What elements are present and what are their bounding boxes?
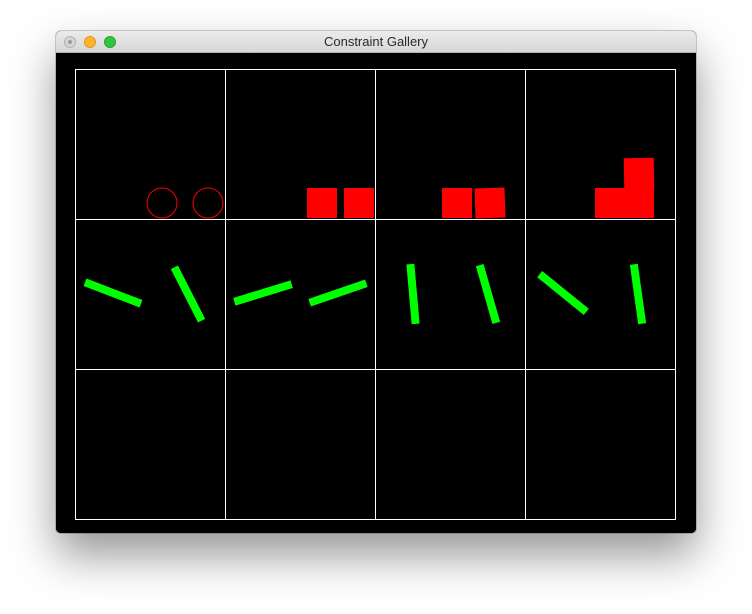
- gallery-canvas[interactable]: [56, 53, 696, 533]
- app-window: Constraint Gallery: [56, 31, 696, 533]
- window-title: Constraint Gallery: [323, 34, 429, 49]
- red-box-body: [307, 188, 337, 218]
- gallery-svg: [56, 53, 696, 533]
- red-box-body: [442, 188, 472, 218]
- red-box-body: [623, 157, 655, 190]
- title-bar[interactable]: Constraint Gallery: [56, 31, 696, 53]
- red-box-body: [474, 187, 506, 219]
- red-box-body: [595, 188, 625, 218]
- red-box-body: [624, 188, 654, 218]
- red-box-body: [344, 188, 374, 218]
